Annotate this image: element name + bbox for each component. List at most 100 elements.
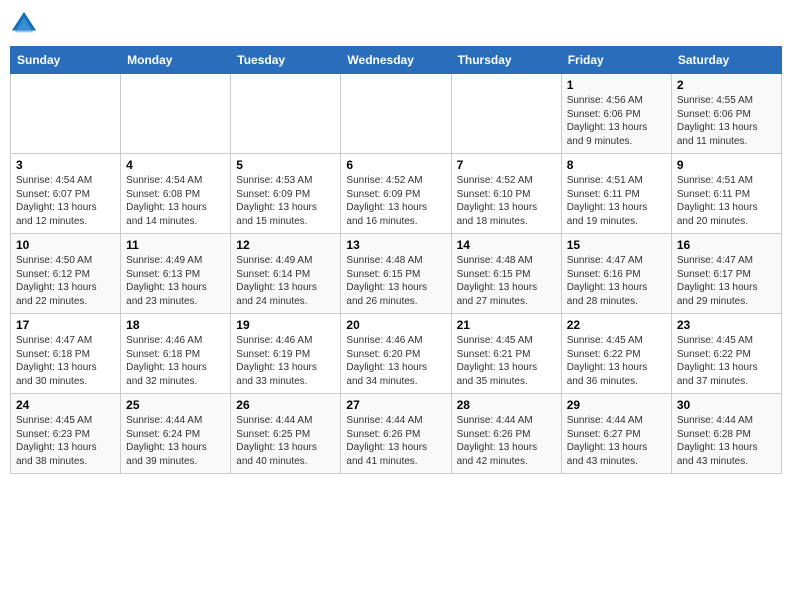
day-info: Sunrise: 4:53 AM Sunset: 6:09 PM Dayligh… (236, 174, 335, 228)
day-number: 30 (677, 398, 776, 412)
calendar-cell: 3 Sunrise: 4:54 AM Sunset: 6:07 PM Daylig… (11, 154, 121, 234)
day-info: Sunrise: 4:44 AM Sunset: 6:26 PM Dayligh… (457, 414, 556, 468)
day-number: 8 (567, 158, 666, 172)
day-info: Sunrise: 4:48 AM Sunset: 6:15 PM Dayligh… (457, 254, 556, 308)
weekday-header: Sunday (11, 47, 121, 74)
calendar-cell (341, 74, 451, 154)
day-number: 18 (126, 318, 225, 332)
calendar-cell (451, 74, 561, 154)
calendar-cell: 27Sunrise: 4:44 AM Sunset: 6:26 PM Dayli… (341, 394, 451, 474)
calendar-cell: 5 Sunrise: 4:53 AM Sunset: 6:09 PM Daylig… (231, 154, 341, 234)
day-number: 19 (236, 318, 335, 332)
day-info: Sunrise: 4:44 AM Sunset: 6:24 PM Dayligh… (126, 414, 225, 468)
day-info: Sunrise: 4:48 AM Sunset: 6:15 PM Dayligh… (346, 254, 445, 308)
calendar-cell: 10Sunrise: 4:50 AM Sunset: 6:12 PM Dayli… (11, 234, 121, 314)
calendar-cell: 24 Sunrise: 4:45 AM Sunset: 6:23 PM Dayli… (11, 394, 121, 474)
day-info: Sunrise: 4:45 AM Sunset: 6:22 PM Dayligh… (567, 334, 666, 388)
calendar-cell: 7 Sunrise: 4:52 AM Sunset: 6:10 PM Daylig… (451, 154, 561, 234)
day-number: 21 (457, 318, 556, 332)
day-info: Sunrise: 4:45 AM Sunset: 6:21 PM Dayligh… (457, 334, 556, 388)
day-number: 15 (567, 238, 666, 252)
weekday-header-row: SundayMondayTuesdayWednesdayThursdayFrid… (11, 47, 782, 74)
day-info: Sunrise: 4:51 AM Sunset: 6:11 PM Dayligh… (567, 174, 666, 228)
day-info: Sunrise: 4:44 AM Sunset: 6:26 PM Dayligh… (346, 414, 445, 468)
weekday-header: Tuesday (231, 47, 341, 74)
calendar-cell: 12 Sunrise: 4:49 AM Sunset: 6:14 PM Dayli… (231, 234, 341, 314)
day-number: 13 (346, 238, 445, 252)
calendar-cell: 23 Sunrise: 4:45 AM Sunset: 6:22 PM Dayli… (671, 314, 781, 394)
calendar-cell: 9Sunrise: 4:51 AM Sunset: 6:11 PM Daylig… (671, 154, 781, 234)
calendar-cell: 1Sunrise: 4:56 AM Sunset: 6:06 PM Daylig… (561, 74, 671, 154)
day-number: 14 (457, 238, 556, 252)
calendar-cell: 11 Sunrise: 4:49 AM Sunset: 6:13 PM Dayli… (121, 234, 231, 314)
weekday-header: Monday (121, 47, 231, 74)
day-number: 7 (457, 158, 556, 172)
day-info: Sunrise: 4:47 AM Sunset: 6:17 PM Dayligh… (677, 254, 776, 308)
logo (10, 10, 42, 38)
day-number: 2 (677, 78, 776, 92)
calendar-cell (121, 74, 231, 154)
day-info: Sunrise: 4:44 AM Sunset: 6:28 PM Dayligh… (677, 414, 776, 468)
calendar-cell (231, 74, 341, 154)
calendar-cell: 21 Sunrise: 4:45 AM Sunset: 6:21 PM Dayli… (451, 314, 561, 394)
calendar-week-row: 3 Sunrise: 4:54 AM Sunset: 6:07 PM Daylig… (11, 154, 782, 234)
calendar-cell: 30 Sunrise: 4:44 AM Sunset: 6:28 PM Dayli… (671, 394, 781, 474)
day-number: 25 (126, 398, 225, 412)
day-info: Sunrise: 4:54 AM Sunset: 6:07 PM Dayligh… (16, 174, 115, 228)
calendar-cell (11, 74, 121, 154)
calendar-cell: 26 Sunrise: 4:44 AM Sunset: 6:25 PM Dayli… (231, 394, 341, 474)
calendar-cell: 16 Sunrise: 4:47 AM Sunset: 6:17 PM Dayli… (671, 234, 781, 314)
day-number: 16 (677, 238, 776, 252)
calendar-cell: 18 Sunrise: 4:46 AM Sunset: 6:18 PM Dayli… (121, 314, 231, 394)
calendar-cell: 22 Sunrise: 4:45 AM Sunset: 6:22 PM Dayli… (561, 314, 671, 394)
day-number: 6 (346, 158, 445, 172)
calendar-cell: 8 Sunrise: 4:51 AM Sunset: 6:11 PM Daylig… (561, 154, 671, 234)
day-info: Sunrise: 4:52 AM Sunset: 6:10 PM Dayligh… (457, 174, 556, 228)
day-number: 12 (236, 238, 335, 252)
day-number: 23 (677, 318, 776, 332)
day-number: 26 (236, 398, 335, 412)
day-info: Sunrise: 4:46 AM Sunset: 6:20 PM Dayligh… (346, 334, 445, 388)
calendar-cell: 6 Sunrise: 4:52 AM Sunset: 6:09 PM Daylig… (341, 154, 451, 234)
calendar-cell: 4 Sunrise: 4:54 AM Sunset: 6:08 PM Daylig… (121, 154, 231, 234)
day-number: 29 (567, 398, 666, 412)
day-info: Sunrise: 4:52 AM Sunset: 6:09 PM Dayligh… (346, 174, 445, 228)
calendar-cell: 29 Sunrise: 4:44 AM Sunset: 6:27 PM Dayli… (561, 394, 671, 474)
day-number: 11 (126, 238, 225, 252)
calendar-cell: 20Sunrise: 4:46 AM Sunset: 6:20 PM Dayli… (341, 314, 451, 394)
calendar-table: SundayMondayTuesdayWednesdayThursdayFrid… (10, 46, 782, 474)
day-info: Sunrise: 4:45 AM Sunset: 6:23 PM Dayligh… (16, 414, 115, 468)
weekday-header: Wednesday (341, 47, 451, 74)
day-info: Sunrise: 4:45 AM Sunset: 6:22 PM Dayligh… (677, 334, 776, 388)
calendar-week-row: 17 Sunrise: 4:47 AM Sunset: 6:18 PM Dayli… (11, 314, 782, 394)
day-info: Sunrise: 4:47 AM Sunset: 6:16 PM Dayligh… (567, 254, 666, 308)
calendar-cell: 13 Sunrise: 4:48 AM Sunset: 6:15 PM Dayli… (341, 234, 451, 314)
calendar-cell: 15 Sunrise: 4:47 AM Sunset: 6:16 PM Dayli… (561, 234, 671, 314)
day-number: 4 (126, 158, 225, 172)
day-number: 22 (567, 318, 666, 332)
day-info: Sunrise: 4:46 AM Sunset: 6:18 PM Dayligh… (126, 334, 225, 388)
day-info: Sunrise: 4:54 AM Sunset: 6:08 PM Dayligh… (126, 174, 225, 228)
day-info: Sunrise: 4:51 AM Sunset: 6:11 PM Dayligh… (677, 174, 776, 228)
calendar-cell: 14 Sunrise: 4:48 AM Sunset: 6:15 PM Dayli… (451, 234, 561, 314)
calendar-week-row: 10Sunrise: 4:50 AM Sunset: 6:12 PM Dayli… (11, 234, 782, 314)
day-number: 5 (236, 158, 335, 172)
calendar-cell: 25 Sunrise: 4:44 AM Sunset: 6:24 PM Dayli… (121, 394, 231, 474)
day-number: 17 (16, 318, 115, 332)
weekday-header: Friday (561, 47, 671, 74)
day-info: Sunrise: 4:44 AM Sunset: 6:27 PM Dayligh… (567, 414, 666, 468)
day-info: Sunrise: 4:44 AM Sunset: 6:25 PM Dayligh… (236, 414, 335, 468)
calendar-cell: 17 Sunrise: 4:47 AM Sunset: 6:18 PM Dayli… (11, 314, 121, 394)
day-info: Sunrise: 4:47 AM Sunset: 6:18 PM Dayligh… (16, 334, 115, 388)
day-info: Sunrise: 4:49 AM Sunset: 6:14 PM Dayligh… (236, 254, 335, 308)
page-header (10, 10, 782, 38)
calendar-cell: 28Sunrise: 4:44 AM Sunset: 6:26 PM Dayli… (451, 394, 561, 474)
calendar-cell: 2Sunrise: 4:55 AM Sunset: 6:06 PM Daylig… (671, 74, 781, 154)
calendar-week-row: 24 Sunrise: 4:45 AM Sunset: 6:23 PM Dayli… (11, 394, 782, 474)
day-info: Sunrise: 4:49 AM Sunset: 6:13 PM Dayligh… (126, 254, 225, 308)
day-info: Sunrise: 4:46 AM Sunset: 6:19 PM Dayligh… (236, 334, 335, 388)
weekday-header: Thursday (451, 47, 561, 74)
day-number: 24 (16, 398, 115, 412)
day-number: 3 (16, 158, 115, 172)
weekday-header: Saturday (671, 47, 781, 74)
